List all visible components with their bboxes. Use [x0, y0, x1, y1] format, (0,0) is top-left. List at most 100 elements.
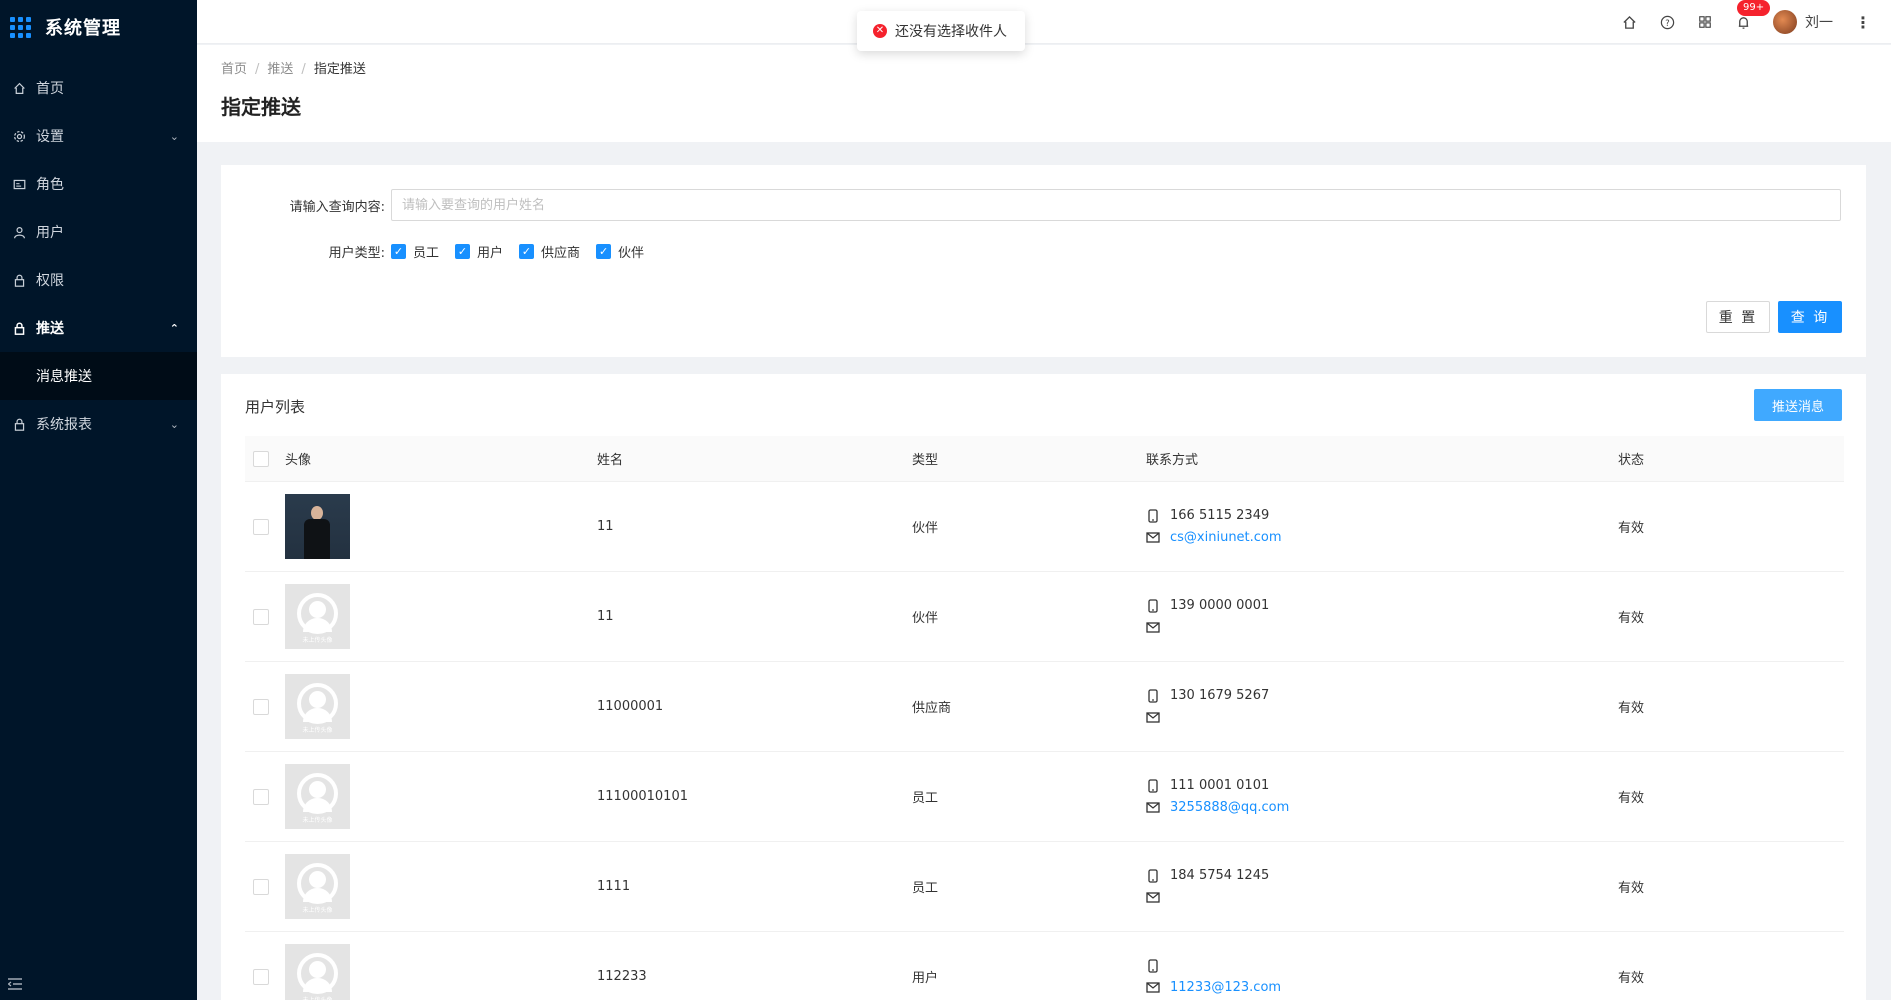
- sidebar-item-label: 消息推送: [36, 369, 92, 385]
- search-input[interactable]: [391, 189, 1841, 221]
- chevron-down-icon: ⌄: [169, 417, 179, 431]
- checkbox-partner[interactable]: ✓ 伙伴: [596, 242, 644, 261]
- checkbox-label: 供应商: [541, 246, 581, 261]
- sidebar-item-message-push[interactable]: 消息推送: [0, 352, 197, 400]
- query-button[interactable]: 查 询: [1778, 301, 1842, 333]
- user-name-cell: 11000001: [597, 699, 664, 714]
- sidebar-item-permissions[interactable]: 权限: [0, 256, 197, 304]
- row-checkbox[interactable]: [253, 518, 269, 535]
- mobile-icon: [1146, 868, 1160, 883]
- email-link[interactable]: cs@xiniunet.com: [1170, 530, 1282, 545]
- search-form: 请输入查询内容: 用户类型: ✓ 员工 ✓ 用户 ✓ 供应商 ✓ 伙伴 重 置 查 询: [221, 165, 1866, 357]
- status-cell: 有效: [1618, 971, 1645, 986]
- mail-icon: [1146, 621, 1160, 635]
- checkbox-checked-icon: ✓: [391, 244, 406, 259]
- column-header: 姓名: [597, 453, 624, 468]
- user-menu[interactable]: 刘一: [1773, 10, 1833, 34]
- row-checkbox[interactable]: [253, 788, 269, 805]
- table-row[interactable]: 未上传头像 11 伙伴 139 0000 0001 有效: [245, 572, 1844, 662]
- mobile-icon: [1146, 598, 1160, 613]
- mobile-icon: [1146, 688, 1160, 703]
- sidebar: 系统管理 首页 设置 ⌄ 角色 用户 权限 推送 ⌃ 消息推送 系统报表 ⌄: [0, 0, 197, 1000]
- sidebar-item-home[interactable]: 首页: [0, 64, 197, 112]
- mail-icon: [1146, 801, 1160, 815]
- breadcrumb-parent[interactable]: 推送: [267, 62, 293, 77]
- sidebar-item-label: 设置: [36, 129, 64, 145]
- row-checkbox[interactable]: [253, 878, 269, 895]
- push-submenu: 消息推送: [0, 352, 197, 400]
- checkbox-checked-icon: ✓: [519, 244, 535, 259]
- mobile-icon: [1146, 958, 1160, 973]
- apps-icon[interactable]: [1697, 14, 1713, 30]
- user-table: 头像 姓名 类型 联系方式 状态 11 伙伴 166 5115 2349 cs@…: [245, 436, 1844, 1000]
- user-icon: [12, 225, 26, 239]
- sidebar-item-push[interactable]: 推送 ⌃: [0, 304, 197, 352]
- checkbox-employee[interactable]: ✓ 员工: [391, 242, 439, 261]
- more-vertical-icon[interactable]: ⋮: [1855, 13, 1871, 32]
- breadcrumb-home[interactable]: 首页: [221, 62, 247, 77]
- logo[interactable]: 系统管理: [0, 0, 197, 54]
- phone-text: 130 1679 5267: [1170, 688, 1270, 703]
- contact-cell: 130 1679 5267: [1146, 685, 1618, 729]
- select-all-checkbox[interactable]: [253, 450, 269, 467]
- reset-button[interactable]: 重 置: [1706, 301, 1770, 333]
- user-photo: [285, 494, 350, 559]
- sidebar-item-settings[interactable]: 设置 ⌄: [0, 112, 197, 160]
- user-type-cell: 供应商: [912, 701, 952, 716]
- contact-cell: 139 0000 0001: [1146, 595, 1618, 639]
- header-actions: ? 99+ 刘一 ⋮: [1621, 0, 1871, 44]
- checkbox-checked-icon: ✓: [596, 244, 612, 259]
- user-name-cell: 1111: [597, 879, 631, 894]
- user-name-cell: 11: [597, 519, 614, 534]
- user-type-cell: 伙伴: [912, 611, 939, 626]
- bell-icon[interactable]: 99+: [1735, 0, 1771, 30]
- checkbox-user[interactable]: ✓ 用户: [455, 242, 503, 261]
- sidebar-item-users[interactable]: 用户: [0, 208, 197, 256]
- search-actions: 重 置 查 询: [1706, 301, 1842, 333]
- email-link[interactable]: 11233@123.com: [1170, 980, 1281, 995]
- help-icon[interactable]: ?: [1659, 14, 1675, 30]
- push-message-button[interactable]: 推送消息: [1754, 389, 1842, 421]
- sidebar-item-label: 用户: [36, 225, 64, 241]
- lock-icon: [12, 273, 26, 287]
- toast-message: 还没有选择收件人: [895, 24, 1007, 40]
- status-cell: 有效: [1618, 881, 1645, 896]
- lock-icon: [12, 417, 26, 431]
- sidebar-item-label: 推送: [36, 321, 64, 337]
- user-type-label: 用户类型:: [328, 246, 385, 261]
- sidebar-item-reports[interactable]: 系统报表 ⌄: [0, 400, 197, 448]
- contact-cell: 184 5754 1245: [1146, 865, 1618, 909]
- default-avatar-icon: 未上传头像: [285, 944, 350, 1000]
- phone-text: 166 5115 2349: [1170, 508, 1270, 523]
- search-label: 请输入查询内容:: [289, 199, 385, 215]
- row-checkbox[interactable]: [253, 608, 269, 625]
- menu-fold-icon[interactable]: [7, 978, 22, 994]
- checkbox-supplier[interactable]: ✓ 供应商: [519, 242, 580, 261]
- checkbox-label: 员工: [413, 246, 440, 261]
- user-type-cell: 员工: [912, 791, 939, 806]
- user-name-cell: 11: [597, 609, 614, 624]
- breadcrumb: 首页 / 推送 / 指定推送: [221, 62, 366, 77]
- table-row[interactable]: 未上传头像 11100010101 员工 111 0001 0101 32558…: [245, 752, 1844, 842]
- user-type-cell: 员工: [912, 881, 939, 896]
- mail-icon: [1146, 981, 1160, 995]
- column-header: 状态: [1618, 453, 1645, 468]
- sidebar-item-label: 权限: [36, 273, 64, 289]
- table-row[interactable]: 11 伙伴 166 5115 2349 cs@xiniunet.com 有效: [245, 482, 1844, 572]
- user-list-card: 用户列表 推送消息 头像 姓名 类型 联系方式 状态 11 伙伴 166 511…: [221, 374, 1866, 1000]
- home-icon[interactable]: [1621, 14, 1637, 30]
- table-row[interactable]: 未上传头像 1111 员工 184 5754 1245 有效: [245, 842, 1844, 932]
- default-avatar-icon: 未上传头像: [285, 674, 350, 739]
- sidebar-item-roles[interactable]: 角色: [0, 160, 197, 208]
- mail-icon: [1146, 891, 1160, 905]
- row-checkbox[interactable]: [253, 968, 269, 985]
- home-icon: [12, 81, 26, 95]
- phone-text: 111 0001 0101: [1170, 778, 1270, 793]
- app-title: 系统管理: [45, 18, 121, 39]
- page-title: 指定推送: [221, 95, 301, 119]
- table-row[interactable]: 未上传头像 112233 用户 11233@123.com 有效: [245, 932, 1844, 1000]
- email-link[interactable]: 3255888@qq.com: [1170, 800, 1289, 815]
- table-row[interactable]: 未上传头像 11000001 供应商 130 1679 5267 有效: [245, 662, 1844, 752]
- row-checkbox[interactable]: [253, 698, 269, 715]
- top-header: ? 99+ 刘一 ⋮: [197, 0, 1891, 44]
